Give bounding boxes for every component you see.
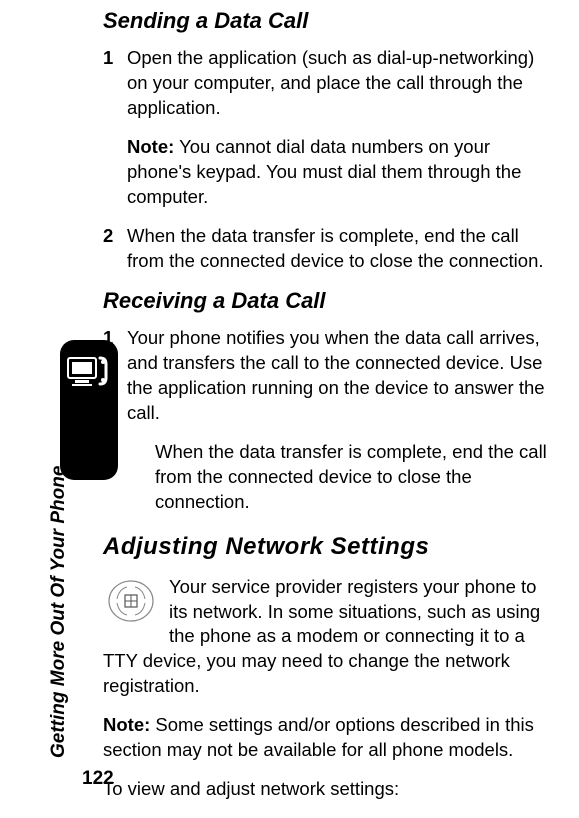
network-subscription-dependent-feature-icon — [103, 577, 159, 625]
page-content: Sending a Data Call 1 Open the applicati… — [103, 8, 549, 818]
section-running-head: Getting More Out Of Your Phone — [48, 466, 70, 758]
step-text: When the data transfer is complete, end … — [127, 224, 549, 274]
note-lead: Note: — [127, 136, 174, 157]
step-number: 1 — [103, 326, 127, 426]
note: Note: You cannot dial data numbers on yo… — [127, 135, 549, 210]
step-number: 2 — [103, 224, 127, 274]
intro-text: Your service provider registers your pho… — [103, 576, 540, 697]
heading-sending-data-call: Sending a Data Call — [103, 8, 549, 34]
step-text: When the data transfer is complete, end … — [155, 440, 549, 515]
manual-page: Getting More Out Of Your Phone 1 2 2 Sendi… — [0, 0, 579, 818]
lead-in-text: To view and adjust network settings: — [103, 777, 549, 802]
step-text: Open the application (such as dial-up-ne… — [127, 46, 549, 121]
step-item: 1 Open the application (such as dial-up-… — [103, 46, 549, 121]
step-text-content: Your phone notifies you when the data ca… — [127, 327, 545, 423]
heading-receiving-data-call: Receiving a Data Call — [103, 288, 549, 314]
step-item: 2 When the data transfer is complete, en… — [103, 224, 549, 274]
step-number: 2 — [103, 440, 127, 515]
step-text: Your phone notifies you when the data ca… — [127, 326, 549, 426]
note: Note: Some settings and/or options descr… — [103, 713, 549, 763]
heading-adjusting-network-settings: Adjusting Network Settings — [103, 533, 549, 561]
intro-paragraph: Your service provider registers your pho… — [103, 575, 549, 700]
step-item: 1 Your phone notifies you when the data … — [103, 326, 549, 426]
step-item: 2 When the data transfer is complete, en… — [103, 440, 549, 515]
note-text: Some settings and/or options described i… — [103, 714, 534, 760]
note-text: You cannot dial data numbers on your pho… — [127, 136, 521, 207]
step-number: 1 — [103, 46, 127, 121]
note-lead: Note: — [103, 714, 150, 735]
